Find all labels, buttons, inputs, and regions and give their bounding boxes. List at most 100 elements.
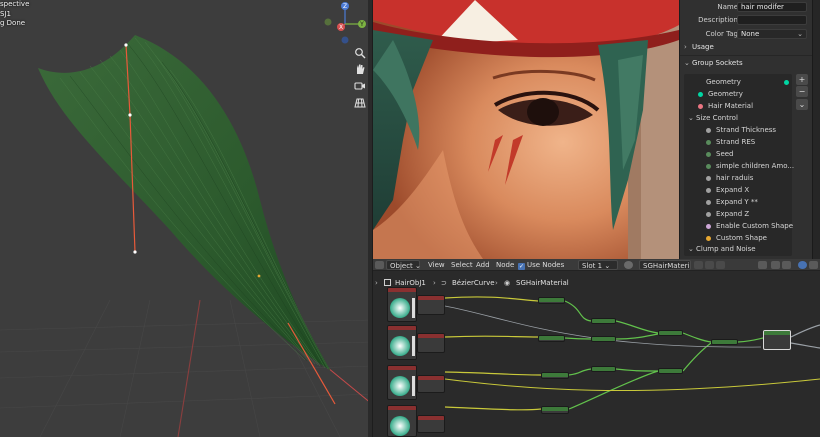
socket-item[interactable]: Hair Material [698, 102, 753, 110]
color-ramp-node[interactable] [417, 333, 445, 353]
properties-tab-strip[interactable] [812, 0, 820, 259]
slot-select[interactable]: Slot 1 ⌄ [578, 260, 618, 270]
size-control-item[interactable]: simple children Amo... [706, 162, 794, 170]
mix-node[interactable] [591, 336, 616, 342]
chevron-down-icon[interactable] [809, 261, 818, 269]
mix-node[interactable] [541, 372, 569, 379]
socket-color-dot [706, 211, 711, 217]
socket-color-dot [698, 91, 703, 97]
material-name-field[interactable]: SGHairMaterial [639, 260, 691, 270]
mix-node[interactable] [711, 339, 738, 345]
socket-item[interactable]: Geometry [698, 90, 743, 98]
snap-icon[interactable] [771, 261, 780, 269]
socket-color-dot [706, 139, 711, 145]
socket-color-dot [784, 80, 789, 85]
size-control-item[interactable]: Enable Custom Shape [706, 222, 793, 230]
node-editor-header: Object ⌄ View Select Add Node ✓ Use Nodes… [373, 259, 820, 271]
color-ramp-node[interactable] [417, 375, 445, 393]
chevron-right-icon: › [495, 279, 498, 287]
socket-color-dot [698, 103, 703, 109]
size-control-item[interactable]: Strand RES [706, 138, 755, 146]
chevron-down-icon: ⌄ [688, 245, 694, 253]
overlay-toggle-icon[interactable] [798, 261, 807, 269]
description-row: Description [680, 14, 812, 26]
image-texture-node[interactable] [387, 365, 417, 400]
group-output-node[interactable] [763, 330, 791, 350]
editor-type-icon[interactable] [375, 261, 384, 269]
mix-node[interactable] [658, 368, 683, 374]
panel-label: Clump and Noise [696, 245, 756, 253]
socket-color-dot [706, 199, 711, 205]
mix-node[interactable] [538, 297, 565, 304]
socket-item[interactable]: Geometry [706, 78, 789, 86]
camera-icon[interactable] [352, 78, 368, 94]
usage-label: Usage [692, 43, 714, 51]
menu-node[interactable]: Node [496, 260, 514, 270]
properties-panel: Name hair modifer Description Color Tag … [680, 0, 812, 259]
size-control-item[interactable]: Custom Shape [706, 234, 767, 242]
chevron-right-icon: › [433, 279, 436, 287]
viewport-status-label: g Done [0, 19, 26, 27]
up-arrow-icon[interactable] [758, 261, 767, 269]
menu-select[interactable]: Select [451, 260, 473, 270]
pin-icon[interactable] [730, 261, 739, 269]
mix-node[interactable] [591, 318, 616, 324]
size-control-item[interactable]: hair raduis [706, 174, 753, 182]
socket-label: Strand RES [716, 138, 756, 146]
description-field[interactable] [737, 15, 807, 25]
chevron-right-icon: › [375, 279, 378, 287]
color-ramp-node[interactable] [417, 295, 445, 315]
close-icon[interactable] [716, 261, 725, 269]
mix-node[interactable] [591, 366, 616, 372]
breadcrumb-object[interactable]: HairObJ1 [395, 277, 426, 289]
size-control-item[interactable]: Strand Thickness [706, 126, 776, 134]
color-tag-label: Color Tag [705, 30, 738, 38]
shield-icon[interactable] [694, 261, 703, 269]
mode-select[interactable]: Object ⌄ [386, 260, 421, 270]
mix-node[interactable] [541, 406, 569, 414]
overlay-icon[interactable] [782, 261, 791, 269]
menu-view[interactable]: View [428, 260, 445, 270]
svg-text:X: X [339, 24, 343, 31]
socket-label: Geometry [706, 78, 741, 86]
size-control-item[interactable]: Seed [706, 150, 734, 158]
menu-add[interactable]: Add [476, 260, 490, 270]
usage-section[interactable]: › Usage [684, 43, 714, 51]
size-control-item[interactable]: Expand Y ** [706, 198, 758, 206]
group-sockets-section[interactable]: ⌄ Group Sockets [684, 59, 743, 67]
add-socket-button[interactable]: + [796, 74, 808, 85]
panel-size-control[interactable]: ⌄ Size Control [688, 114, 738, 122]
color-tag-row: Color Tag None ⌄ [680, 28, 812, 40]
socket-label: Hair Material [708, 102, 754, 110]
color-tag-value: None [741, 30, 760, 38]
use-nodes-toggle[interactable]: ✓ Use Nodes [518, 260, 564, 270]
socket-label: Strand Thickness [716, 126, 777, 134]
image-texture-node[interactable] [387, 325, 417, 360]
mix-node[interactable] [658, 330, 683, 336]
node-editor[interactable]: Object ⌄ View Select Add Node ✓ Use Nodes… [373, 259, 820, 437]
color-ramp-node[interactable] [417, 415, 445, 433]
breadcrumb-curve[interactable]: BézierCurve [452, 277, 495, 289]
remove-socket-button[interactable]: − [796, 86, 808, 97]
breadcrumb-material[interactable]: SGHairMaterial [516, 277, 569, 289]
socket-menu-button[interactable]: ⌄ [796, 99, 808, 110]
grid-view-icon[interactable] [352, 95, 368, 111]
mix-node[interactable] [538, 335, 565, 342]
duplicate-icon[interactable] [705, 261, 714, 269]
pan-hand-icon[interactable] [352, 61, 368, 77]
socket-color-dot [706, 175, 711, 181]
panel-clump-noise[interactable]: ⌄ Clump and Noise [688, 245, 756, 253]
material-sphere-icon[interactable] [624, 261, 633, 269]
image-texture-node[interactable] [387, 405, 417, 437]
color-tag-select[interactable]: None ⌄ [737, 29, 807, 39]
group-sockets-label: Group Sockets [692, 59, 743, 67]
socket-label: Geometry [708, 90, 743, 98]
chevron-down-icon: ⌄ [797, 30, 803, 38]
3d-viewport[interactable]: Z Y X spective SJ1 g Done [0, 0, 372, 437]
checkbox-checked-icon: ✓ [518, 263, 525, 270]
size-control-item[interactable]: Expand Z [706, 210, 749, 218]
image-texture-node[interactable] [387, 287, 417, 322]
name-field[interactable]: hair modifer [737, 2, 807, 12]
size-control-item[interactable]: Expand X [706, 186, 749, 194]
zoom-icon[interactable] [352, 45, 368, 61]
